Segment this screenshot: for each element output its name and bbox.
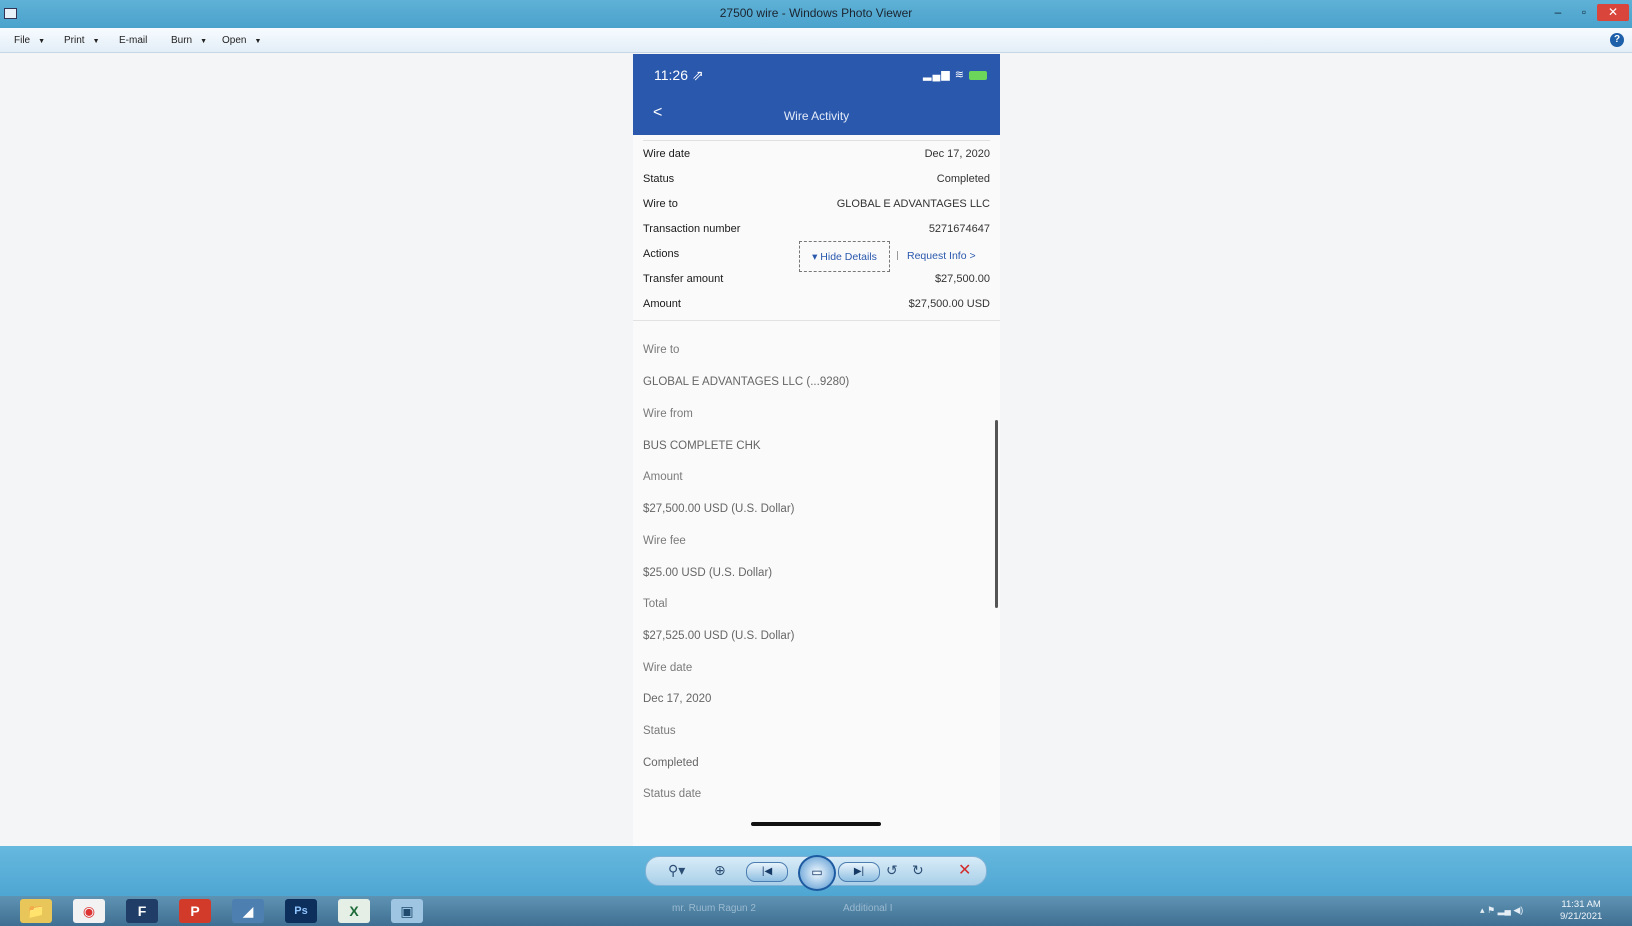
system-tray-icons[interactable]: ▴ ⚑ ▂▄ ◀) [1480,905,1523,916]
detail-value: GLOBAL E ADVANTAGES LLC (...9280) [643,376,850,388]
summary-row: Transfer amount $27,500.00 [643,273,990,285]
menu-bar: File ▼ Print ▼ E-mail Burn ▼ Open ▼ ? [0,28,1632,53]
detail-label: Wire to [643,344,680,356]
detail-label: Amount [643,471,683,483]
summary-row: Transaction number 5271674647 [643,223,990,235]
menu-burn[interactable]: Burn ▼ [171,35,207,46]
next-button[interactable]: ▶| [838,862,880,882]
chrome-icon[interactable]: ◉ [73,899,105,923]
detail-value: $27,525.00 USD (U.S. Dollar) [643,630,795,642]
chevron-down-icon: ▼ [38,38,46,45]
detail-label: Status [643,725,676,737]
taskbar: 📁 ◉ F P ◢ Ps X ▣ mr. Ruum Ragun 2 Additi… [0,896,1632,926]
menu-file[interactable]: File ▼ [14,35,45,46]
delete-icon[interactable]: ✕ [958,860,971,880]
photo-viewer-icon[interactable]: ▣ [391,899,423,923]
detail-label: Wire from [643,408,693,420]
hide-details-link: ▾ Hide Details [799,241,890,272]
detail-value: $25.00 USD (U.S. Dollar) [643,567,773,579]
scroll-indicator [995,420,998,608]
detail-label: Wire date [643,662,693,674]
rotate-counterclockwise-icon[interactable]: ↺ [886,862,898,879]
summary-row: Wire date Dec 17, 2020 [643,148,990,160]
window-title: 27500 wire - Windows Photo Viewer [719,6,913,20]
actual-size-icon[interactable]: ⊕ [714,862,726,879]
detail-value: Completed [643,757,699,769]
viewer-toolbar: ⚲▾ ⊕ |◀ ▭ ▶| ↺ ↻ ✕ [0,846,1632,896]
detail-label: Status date [643,788,702,800]
separator [897,251,898,260]
excel-icon[interactable]: X [338,899,370,923]
phone-clock: 11:26 ⇗ [654,67,704,83]
background-text: Additional I [843,903,893,914]
detail-value: Dec 17, 2020 [643,693,712,705]
detail-label: Total [643,598,668,610]
title-bar: 27500 wire - Windows Photo Viewer – ▫ ✕ [0,0,1632,28]
minimize-button[interactable]: – [1546,4,1570,21]
menu-email[interactable]: E-mail [119,35,147,46]
chevron-down-icon: ▼ [254,38,262,45]
summary-row: Amount $27,500.00 USD [643,298,990,310]
close-button[interactable]: ✕ [1597,4,1629,21]
phone-header: 11:26 ⇗ ▂▄▆ ≋ < Wire Activity [633,54,1000,135]
chevron-down-icon: ▼ [200,38,208,45]
menu-print[interactable]: Print ▼ [64,35,100,46]
divider [643,140,990,141]
summary-row: Status Completed [643,173,990,185]
screen-title: Wire Activity [783,109,850,123]
home-indicator [751,822,881,826]
help-icon[interactable]: ? [1610,33,1624,47]
clock[interactable]: 11:31 AM 9/21/2021 [1560,899,1602,923]
detail-label: Wire fee [643,535,686,547]
summary-row: Wire to GLOBAL E ADVANTAGES LLC [643,198,990,210]
photo-content: 11:26 ⇗ ▂▄▆ ≋ < Wire Activity Wire date D… [633,54,1000,846]
maximize-button[interactable]: ▫ [1572,4,1596,21]
app-p-icon[interactable]: P [179,899,211,923]
detail-value: $27,500.00 USD (U.S. Dollar) [643,503,795,515]
zoom-icon[interactable]: ⚲▾ [668,862,685,879]
file-explorer-icon[interactable]: 📁 [20,899,52,923]
viewer-controls: ⚲▾ ⊕ |◀ ▭ ▶| ↺ ↻ ✕ [645,855,987,891]
detail-value: BUS COMPLETE CHK [643,440,761,452]
rotate-clockwise-icon[interactable]: ↻ [912,862,924,879]
slideshow-button[interactable]: ▭ [798,855,836,891]
background-text: mr. Ruum Ragun 2 [672,903,756,914]
request-info-link: Request Info > [907,250,976,262]
menu-open[interactable]: Open ▼ [222,35,261,46]
photoshop-icon[interactable]: Ps [285,899,317,923]
signal-wifi-icon: ▂▄▆ ≋ [923,68,987,81]
battery-icon [969,70,987,80]
app-pen-icon[interactable]: ◢ [232,899,264,923]
app-f-icon[interactable]: F [126,899,158,923]
divider [633,320,1000,321]
chevron-down-icon: ▼ [92,38,100,45]
previous-button[interactable]: |◀ [746,862,788,882]
